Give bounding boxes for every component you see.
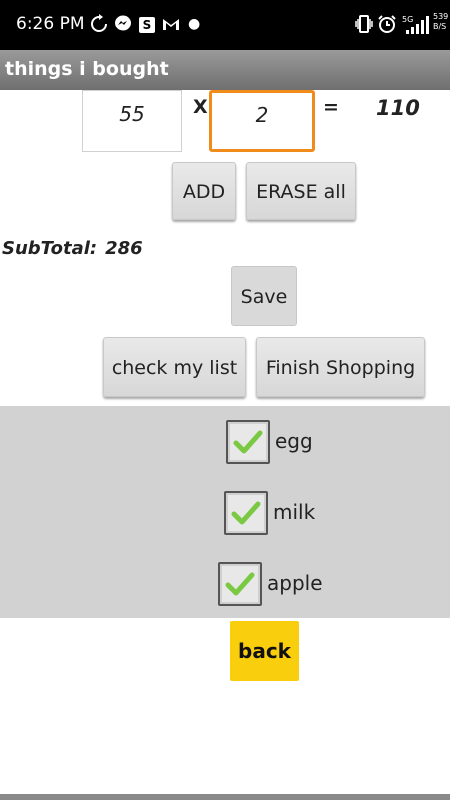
vibrate-icon [354,14,374,34]
svg-text:5G: 5G [402,15,413,24]
result-value: 110 [376,96,420,120]
check-mark-icon [231,501,261,525]
subtotal-value: 286 [105,238,143,259]
messenger-icon [114,14,132,34]
net-speed: 539 B/S [433,12,448,32]
dot-icon: ● [188,16,201,32]
app-title-bar: things i bought [0,50,450,90]
gmail-icon [162,14,180,34]
back-button[interactable]: back [230,621,299,681]
save-button[interactable]: Save [231,266,297,326]
list-item-label: apple [267,571,323,595]
bottom-edge [0,794,450,800]
checkbox[interactable] [226,420,270,464]
equals-sign: = [323,96,339,118]
sync-icon [90,14,108,34]
add-button[interactable]: ADD [172,162,236,220]
multiply-sign: X [193,96,208,118]
net-speed-unit: B/S [433,22,447,31]
erase-all-button[interactable]: ERASE all [246,162,356,220]
checkbox[interactable] [224,491,268,535]
list-item-label: milk [273,500,316,524]
subtotal: SubTotal: 286 [2,238,143,259]
checkbox[interactable] [218,562,262,606]
quantity-input[interactable]: 2 [209,90,315,152]
check-mark-icon [233,430,263,454]
check-mark-icon [225,572,255,596]
app-screen: 6:26 PM S ● 5G 539 B/S things i bought 5… [0,0,450,800]
checklist-panel: egg milk apple [0,406,450,618]
app-title: things i bought [5,58,169,80]
s-app-icon: S [139,17,155,33]
subtotal-label: SubTotal: [2,238,98,259]
signal-5g-icon: 5G [402,14,430,34]
check-my-list-button[interactable]: check my list [103,337,246,397]
alarm-icon [377,14,397,34]
net-speed-value: 539 [433,12,449,21]
status-bar: 6:26 PM S ● 5G 539 B/S [0,0,450,50]
finish-shopping-button[interactable]: Finish Shopping [256,337,425,397]
status-time: 6:26 PM [16,14,85,34]
list-item-label: egg [275,429,313,453]
price-input[interactable]: 55 [82,90,182,152]
